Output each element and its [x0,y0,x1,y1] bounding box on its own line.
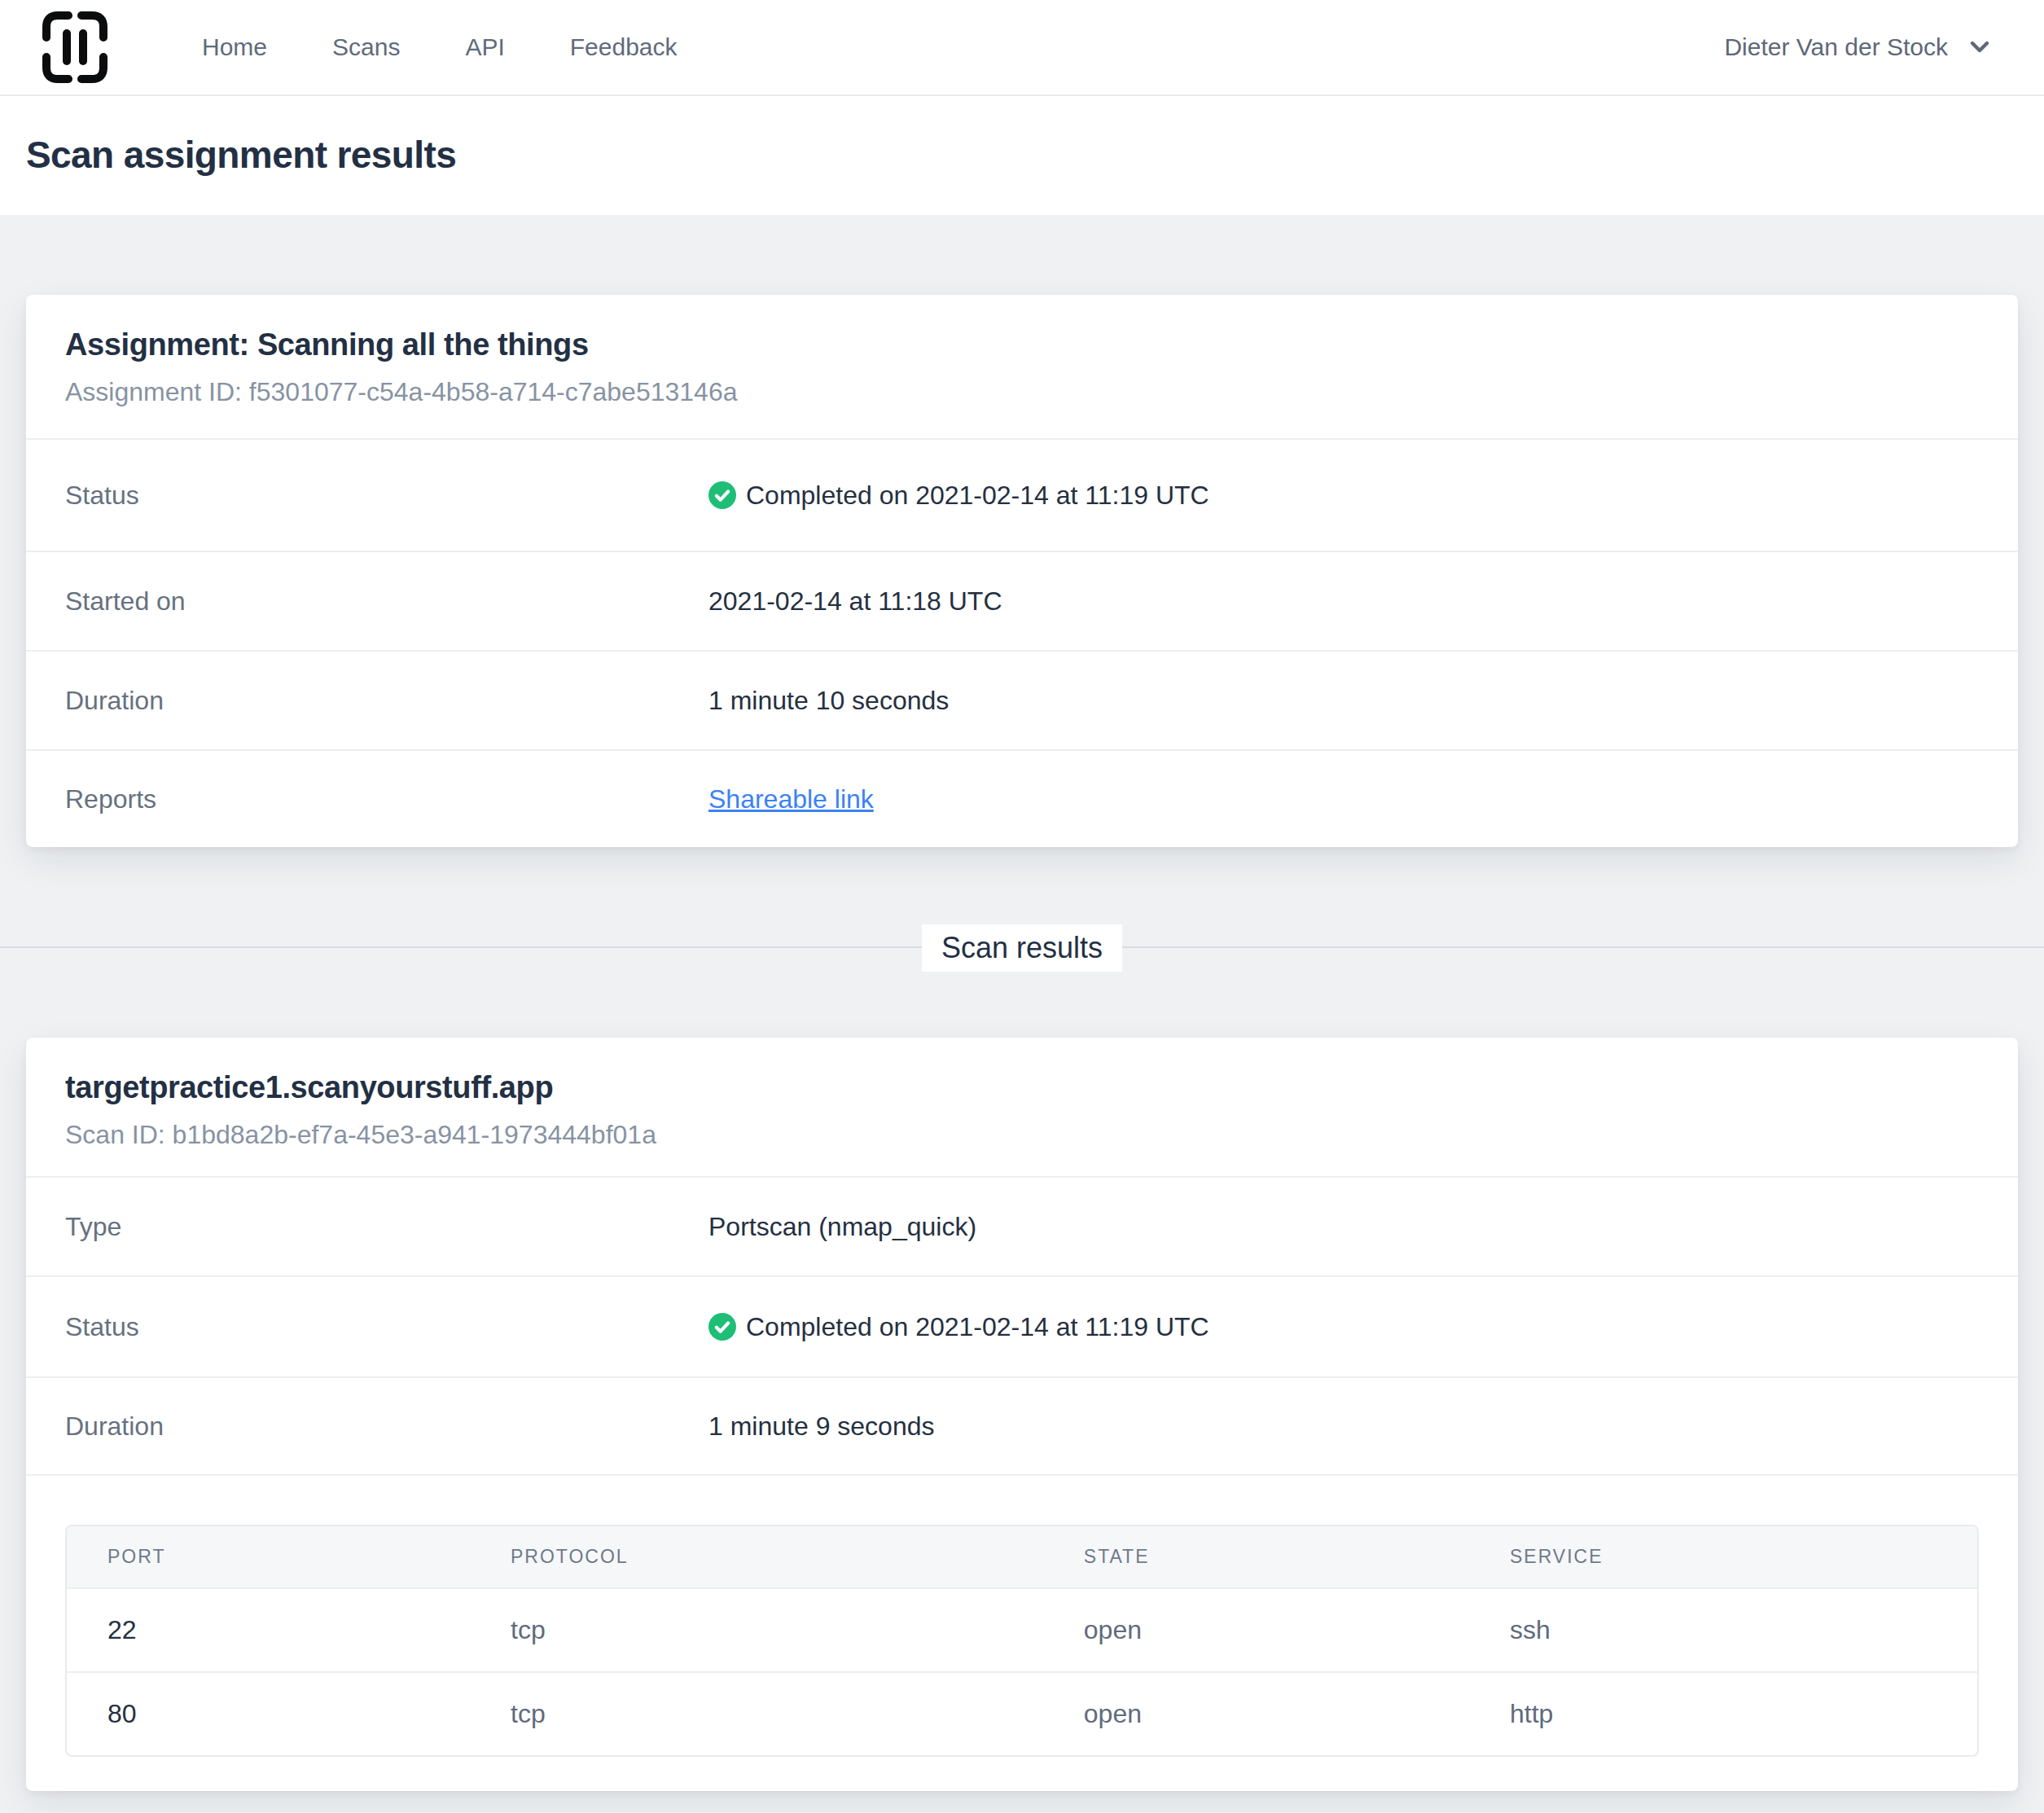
navbar: Home Scans API Feedback Dieter Van der S… [0,0,2044,96]
type-row: Type Portscan (nmap_quick) [26,1176,2018,1275]
cell-protocol: tcp [470,1588,1043,1672]
status-text: Completed on 2021-02-14 at 11:19 UTC [746,481,1209,511]
duration-label: Duration [65,686,708,716]
main-content: Assignment: Scanning all the things Assi… [0,295,2044,1812]
shareable-link[interactable]: Shareable link [708,784,874,814]
scan-status-value: Completed on 2021-02-14 at 11:19 UTC [708,1312,1209,1342]
section-divider: Scan results [0,946,2044,948]
col-header-protocol: PROTOCOL [470,1526,1043,1588]
scan-duration-row: Duration 1 minute 9 seconds [26,1376,2018,1474]
nav-item-scans[interactable]: Scans [332,33,400,61]
cell-state: open [1043,1672,1469,1755]
col-header-state: STATE [1043,1526,1469,1588]
brand-logo-icon[interactable] [42,11,107,83]
assignment-card: Assignment: Scanning all the things Assi… [26,295,2018,847]
assignment-card-title: Assignment: Scanning all the things [65,324,1979,365]
reports-row: Reports Shareable link [26,749,2018,847]
started-label: Started on [65,586,708,617]
cell-port: 22 [67,1588,470,1672]
status-label: Status [65,481,708,511]
scan-card-title: targetpractice1.scanyourstuff.app [65,1067,1979,1108]
scan-card: targetpractice1.scanyourstuff.app Scan I… [26,1038,2018,1791]
section-divider-label: Scan results [922,924,1122,972]
user-name: Dieter Van der Stock [1724,33,1948,61]
duration-row: Duration 1 minute 10 seconds [26,650,2018,749]
scan-status-label: Status [65,1312,708,1342]
assignment-id: Assignment ID: f5301077-c54a-4b58-a714-c… [65,375,1979,409]
scan-status-text: Completed on 2021-02-14 at 11:19 UTC [746,1312,1209,1342]
duration-value: 1 minute 10 seconds [708,686,949,716]
ports-table: PORT PROTOCOL STATE SERVICE 22 tcp open … [67,1526,1977,1755]
nav-item-api[interactable]: API [465,33,504,61]
scan-card-header: targetpractice1.scanyourstuff.app Scan I… [26,1038,2018,1176]
assignment-card-header: Assignment: Scanning all the things Assi… [26,295,2018,438]
chevron-down-icon [1969,40,1990,55]
reports-label: Reports [65,784,708,814]
started-row: Started on 2021-02-14 at 11:18 UTC [26,551,2018,650]
page-title: Scan assignment results [26,132,2018,178]
scan-id: Scan ID: b1bd8a2b-ef7a-45e3-a941-1973444… [65,1117,1979,1152]
col-header-service: SERVICE [1469,1526,1977,1588]
nav-menu: Home Scans API Feedback [202,33,678,61]
nav-item-home[interactable]: Home [202,33,267,61]
cell-service: http [1469,1672,1977,1755]
table-row: 22 tcp open ssh [67,1588,1977,1672]
nav-item-feedback[interactable]: Feedback [570,33,678,61]
scan-duration-value: 1 minute 9 seconds [708,1411,935,1442]
scan-duration-label: Duration [65,1411,708,1442]
page-title-bar: Scan assignment results [0,96,2044,215]
scan-status-row: Status Completed on 2021-02-14 at 11:19 … [26,1275,2018,1376]
type-value: Portscan (nmap_quick) [708,1212,976,1242]
ports-table-section: PORT PROTOCOL STATE SERVICE 22 tcp open … [26,1474,2018,1791]
check-circle-icon [708,1313,736,1341]
user-menu[interactable]: Dieter Van der Stock [1724,33,1990,61]
table-header-row: PORT PROTOCOL STATE SERVICE [67,1526,1977,1588]
table-row: 80 tcp open http [67,1672,1977,1755]
cell-port: 80 [67,1672,470,1755]
check-circle-icon [708,481,736,509]
status-value: Completed on 2021-02-14 at 11:19 UTC [708,481,1209,511]
cell-service: ssh [1469,1588,1977,1672]
started-value: 2021-02-14 at 11:18 UTC [708,586,1002,617]
col-header-port: PORT [67,1526,470,1588]
status-row: Status Completed on 2021-02-14 at 11:19 … [26,438,2018,551]
cell-protocol: tcp [470,1672,1043,1755]
cell-state: open [1043,1588,1469,1672]
type-label: Type [65,1212,708,1242]
